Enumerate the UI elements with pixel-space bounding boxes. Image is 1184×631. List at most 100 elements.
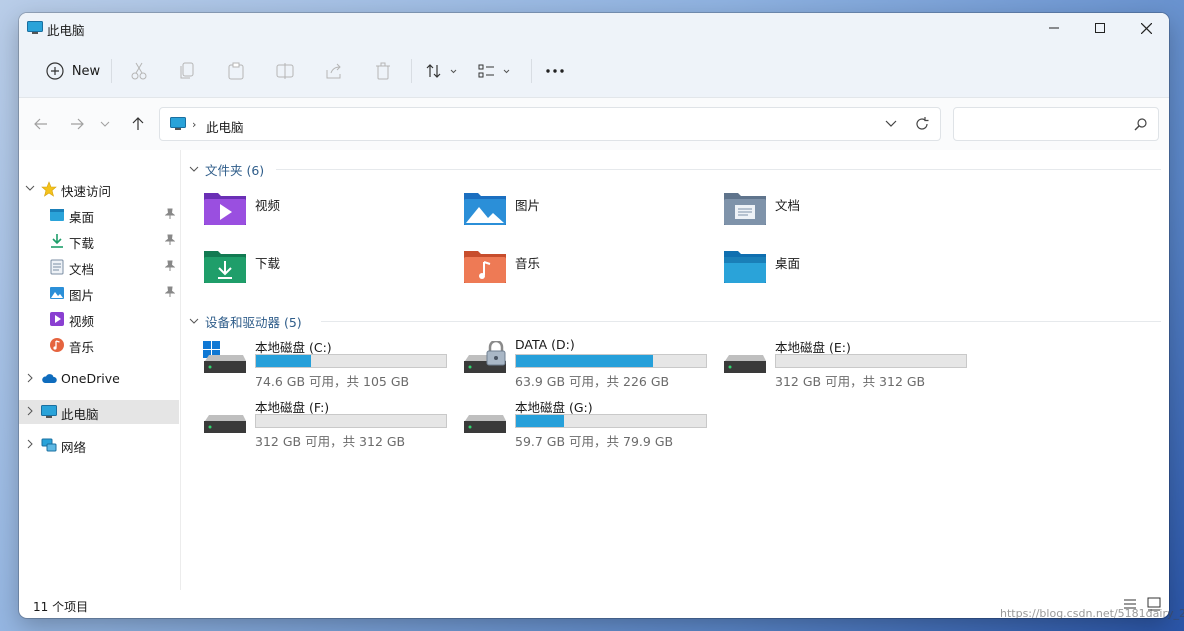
pin-icon[interactable] xyxy=(165,260,175,272)
folder-videos[interactable]: 视频 xyxy=(203,190,443,232)
view-button[interactable] xyxy=(475,51,515,91)
folder-documents[interactable]: 文档 xyxy=(723,190,963,232)
drive-usage-bar xyxy=(255,414,447,428)
sidebar-item-this-pc[interactable]: 此电脑 xyxy=(19,400,179,424)
cloud-icon xyxy=(42,374,57,383)
sidebar-item-desktop[interactable]: 桌面 xyxy=(19,203,179,227)
address-bar[interactable]: › 此电脑 xyxy=(159,107,941,141)
chevron-right-icon xyxy=(27,373,33,383)
drive-e[interactable]: 本地磁盘 (E:) 312 GB 可用，共 312 GB xyxy=(723,337,983,393)
sidebar-item-label: 桌面 xyxy=(69,210,95,225)
search-icon xyxy=(1134,117,1148,134)
system-drive-icon xyxy=(203,341,246,373)
sidebar-item-label: 图片 xyxy=(69,288,95,303)
pin-icon[interactable] xyxy=(165,286,175,298)
sort-icon xyxy=(426,64,457,78)
drive-usage-bar xyxy=(255,354,447,368)
forward-button[interactable] xyxy=(63,110,91,138)
drive-f[interactable]: 本地磁盘 (F:) 312 GB 可用，共 312 GB xyxy=(203,397,463,453)
drive-c[interactable]: 本地磁盘 (C:) 74.6 GB 可用，共 105 GB xyxy=(203,337,463,393)
sidebar-item-network[interactable]: 网络 xyxy=(19,433,179,457)
picture-folder-icon xyxy=(464,193,506,225)
section-divider xyxy=(276,169,1161,170)
drive-free-space: 59.7 GB 可用，共 79.9 GB xyxy=(515,434,674,449)
document-icon xyxy=(50,259,64,275)
paste-button[interactable] xyxy=(222,51,250,91)
sidebar-item-quick-access[interactable]: 快速访问 xyxy=(19,177,179,201)
drive-g[interactable]: 本地磁盘 (G:) 59.7 GB 可用，共 79.9 GB xyxy=(463,397,723,453)
maximize-button[interactable] xyxy=(1077,13,1123,43)
drive-free-space: 312 GB 可用，共 312 GB xyxy=(775,374,926,389)
sidebar-item-label: 下载 xyxy=(69,236,95,251)
up-button[interactable] xyxy=(124,110,152,138)
sidebar-item-label: 网络 xyxy=(61,440,87,455)
search-box[interactable] xyxy=(953,107,1159,141)
rename-button[interactable] xyxy=(271,51,299,91)
drive-d[interactable]: DATA (D:) 63.9 GB 可用，共 226 GB xyxy=(463,337,723,393)
desktop-folder-icon xyxy=(724,251,766,283)
folder-downloads[interactable]: 下载 xyxy=(203,248,443,290)
paste-icon xyxy=(228,62,244,80)
more-options-button[interactable] xyxy=(541,51,569,91)
drive-usage-bar xyxy=(775,354,967,368)
back-button[interactable] xyxy=(27,110,55,138)
recent-locations-button[interactable] xyxy=(95,110,115,138)
folder-label: 下载 xyxy=(255,256,281,271)
breadcrumb-chevron-icon: › xyxy=(192,118,197,131)
this-pc-icon xyxy=(41,405,57,418)
sidebar-item-onedrive[interactable]: OneDrive xyxy=(19,367,179,391)
network-icon xyxy=(41,438,57,452)
sidebar-item-videos[interactable]: 视频 xyxy=(19,307,179,331)
sidebar-item-label: 文档 xyxy=(69,262,95,277)
sidebar-item-documents[interactable]: 文档 xyxy=(19,255,179,279)
content-pane: 文件夹 (6) 视频 图片 文档 下载 音乐 桌面 设备和驱动器 (5) 本地磁… xyxy=(181,150,1169,590)
download-icon xyxy=(51,234,63,248)
video-icon xyxy=(50,312,64,326)
breadcrumb[interactable]: 此电脑 xyxy=(206,117,244,136)
chevron-down-icon xyxy=(189,318,199,324)
folder-pictures[interactable]: 图片 xyxy=(463,190,703,232)
address-history-button[interactable] xyxy=(884,115,898,134)
folder-music[interactable]: 音乐 xyxy=(463,248,703,290)
minimize-button[interactable] xyxy=(1031,13,1077,43)
navigation-bar: › 此电脑 xyxy=(19,97,1169,150)
drives-section-header[interactable]: 设备和驱动器 (5) xyxy=(189,311,302,331)
sidebar-item-downloads[interactable]: 下载 xyxy=(19,229,179,253)
arrow-left-icon xyxy=(34,118,47,130)
delete-button[interactable] xyxy=(369,51,397,91)
drive-usage-bar xyxy=(515,354,707,368)
sort-button[interactable] xyxy=(423,51,461,91)
folders-section-header[interactable]: 文件夹 (6) xyxy=(189,159,264,179)
chevron-right-icon xyxy=(27,439,33,449)
pin-icon[interactable] xyxy=(165,234,175,246)
pin-icon[interactable] xyxy=(165,208,175,220)
cut-button[interactable] xyxy=(125,51,153,91)
drive-name: DATA (D:) xyxy=(515,337,575,352)
rename-icon xyxy=(276,63,294,79)
drive-usage-fill xyxy=(256,355,312,367)
close-button[interactable] xyxy=(1123,13,1169,43)
copy-button[interactable] xyxy=(173,51,201,91)
refresh-button[interactable] xyxy=(914,116,930,135)
share-button[interactable] xyxy=(320,51,348,91)
drive-usage-fill xyxy=(516,415,564,427)
folder-desktop[interactable]: 桌面 xyxy=(723,248,963,290)
command-bar: New xyxy=(19,51,1169,91)
sidebar-item-music[interactable]: 音乐 xyxy=(19,333,179,357)
chevron-down-icon xyxy=(25,185,35,191)
folder-label: 音乐 xyxy=(515,256,541,271)
chevron-down-icon xyxy=(885,120,897,127)
new-button[interactable]: New xyxy=(33,51,113,91)
music-icon xyxy=(50,338,64,352)
sidebar-item-label: OneDrive xyxy=(61,371,120,386)
toolbar-divider xyxy=(111,59,112,83)
chevron-right-icon xyxy=(27,406,33,416)
chevron-down-icon xyxy=(189,166,199,172)
document-folder-icon xyxy=(724,193,766,225)
scissors-icon xyxy=(131,62,147,80)
drive-usage-bar xyxy=(515,414,707,428)
sidebar-item-pictures[interactable]: 图片 xyxy=(19,281,179,305)
file-explorer-window: 此电脑 New › 此电脑 快速访问 桌面 下载 文档 图片 视频 音乐 One… xyxy=(19,13,1169,618)
music-folder-icon xyxy=(464,251,506,283)
minimize-icon xyxy=(1049,27,1059,29)
